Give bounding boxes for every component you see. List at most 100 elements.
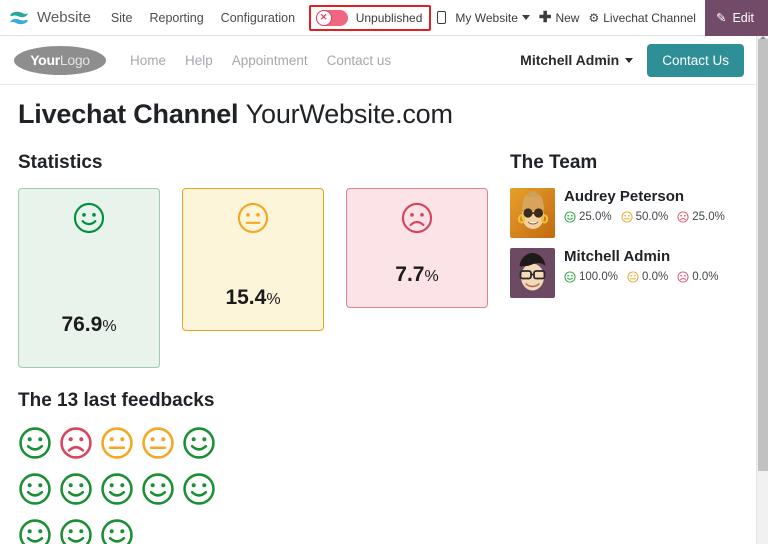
feedback-grid xyxy=(18,426,498,544)
user-menu[interactable]: Mitchell Admin xyxy=(520,52,634,68)
website-globe-icon[interactable] xyxy=(6,5,32,31)
stat-value-okay: 15.4% xyxy=(225,286,280,310)
menu-item-reporting[interactable]: Reporting xyxy=(149,11,203,25)
smiley-neutral-icon xyxy=(236,201,270,240)
feedback-item xyxy=(100,472,141,511)
smiley-happy-icon xyxy=(564,271,576,283)
team-member-stats: 100.0% 0.0% 0.0% xyxy=(564,271,718,283)
smiley-neutral-icon xyxy=(142,427,174,459)
stat-number-okay: 15.4 xyxy=(225,286,267,309)
livechat-channel-label: Livechat Channel xyxy=(603,10,696,25)
stat-suffix-okay: % xyxy=(266,291,281,308)
team-heading: The Team xyxy=(510,152,598,173)
smiley-happy-icon xyxy=(183,427,215,459)
nav-item-home[interactable]: Home xyxy=(130,53,166,68)
pencil-icon: ✎ xyxy=(715,11,727,25)
edit-button[interactable]: ✎ Edit xyxy=(704,0,768,36)
browser-viewport: Website Site Reporting Configuration ✕ U… xyxy=(0,0,768,544)
team-stat-sad-value: 25.0% xyxy=(692,210,725,223)
page-title: Livechat Channel YourWebsite.com xyxy=(18,99,756,130)
plus-icon: ✚ xyxy=(538,9,552,26)
feedback-item xyxy=(18,472,59,511)
avatar-mitchell-admin xyxy=(510,248,555,298)
feedback-item xyxy=(18,426,59,465)
stat-value-great: 76.9% xyxy=(61,313,116,337)
stat-suffix-great: % xyxy=(102,318,117,335)
statistics-heading: Statistics xyxy=(18,152,103,173)
smiley-happy-icon xyxy=(60,473,92,505)
site-header-right: Mitchell Admin Contact Us xyxy=(520,43,744,77)
smiley-happy-icon xyxy=(101,519,133,544)
smiley-happy-icon xyxy=(72,201,106,240)
smiley-happy-icon xyxy=(142,473,174,505)
team-stat-sad: 0.0% xyxy=(677,271,718,283)
new-button[interactable]: ✚ New xyxy=(539,10,580,25)
systray-menu: Site Reporting Configuration xyxy=(111,11,295,25)
stat-number-bad: 7.7 xyxy=(395,263,425,286)
right-column: The Team Audrey Peterson 25.0% 50.0% 25.… xyxy=(498,152,755,544)
smiley-happy-icon xyxy=(183,473,215,505)
publish-state-label: Unpublished xyxy=(355,10,423,25)
stat-number-great: 76.9 xyxy=(61,313,103,336)
nav-item-appointment[interactable]: Appointment xyxy=(232,53,308,68)
team-stat-sad: 25.0% xyxy=(677,211,725,223)
feedback-item xyxy=(141,472,182,511)
team-stat-happy-value: 25.0% xyxy=(579,210,612,223)
team-member-name: Mitchell Admin xyxy=(564,248,671,265)
vertical-scrollbar[interactable] xyxy=(756,36,768,544)
feedback-heading: The 13 last feedbacks xyxy=(18,390,215,411)
smiley-neutral-icon xyxy=(101,427,133,459)
feedback-item xyxy=(59,426,100,465)
feedback-item xyxy=(100,426,141,465)
new-label: New xyxy=(555,10,580,25)
team-member-name: Audrey Peterson xyxy=(564,188,685,205)
statistics-cards: 76.9% 15.4% 7.7% xyxy=(18,188,498,368)
my-website-dropdown[interactable]: My Website xyxy=(455,10,530,25)
team-member-row: Audrey Peterson 25.0% 50.0% 25.0% xyxy=(510,188,755,238)
team-stat-sad-value: 0.0% xyxy=(692,270,719,283)
user-name-label: Mitchell Admin xyxy=(520,52,620,68)
livechat-channel-button[interactable]: ⚙ Livechat Channel xyxy=(588,11,696,25)
smiley-neutral-icon xyxy=(621,211,633,223)
team-stat-happy: 100.0% xyxy=(564,271,618,283)
stat-suffix-bad: % xyxy=(424,268,439,285)
feedback-item xyxy=(100,518,141,544)
team-stat-happy-value: 100.0% xyxy=(579,270,619,283)
smiley-sad-icon xyxy=(677,211,689,223)
systray-right-group: ✕ Unpublished My Website ✚ New ⚙ Livecha… xyxy=(308,0,768,36)
gear-icon: ⚙ xyxy=(588,10,600,25)
smiley-sad-icon xyxy=(60,427,92,459)
site-logo-light: Logo xyxy=(59,52,90,68)
menu-item-site[interactable]: Site xyxy=(111,11,133,25)
app-name-label: Website xyxy=(37,9,91,26)
nav-item-help[interactable]: Help xyxy=(185,53,213,68)
scrollbar-thumb[interactable] xyxy=(758,39,768,471)
odoo-systray-bar: Website Site Reporting Configuration ✕ U… xyxy=(0,0,768,36)
team-stat-neutral: 50.0% xyxy=(621,211,668,223)
mobile-preview-button[interactable] xyxy=(437,11,447,24)
contact-us-button[interactable]: Contact Us xyxy=(647,43,744,77)
team-member-info: Audrey Peterson 25.0% 50.0% 25.0% xyxy=(564,188,725,223)
circle-x-icon: ✕ xyxy=(315,9,332,26)
nav-item-contact-us[interactable]: Contact us xyxy=(327,53,392,68)
stat-value-bad: 7.7% xyxy=(395,263,438,287)
smiley-happy-icon xyxy=(19,519,51,544)
feedback-item xyxy=(59,518,100,544)
feedback-item xyxy=(59,472,100,511)
smiley-sad-icon xyxy=(400,201,434,240)
edit-label: Edit xyxy=(732,10,754,25)
stat-card-great: 76.9% xyxy=(18,188,160,368)
feedback-block: The 13 last feedbacks xyxy=(18,390,498,544)
feedback-item xyxy=(182,472,223,511)
team-stat-neutral-value: 0.0% xyxy=(642,270,669,283)
site-logo-bold: Your xyxy=(30,52,60,68)
smiley-neutral-icon xyxy=(627,271,639,283)
my-website-label: My Website xyxy=(455,10,518,25)
feedback-item xyxy=(18,518,59,544)
site-nav: Home Help Appointment Contact us xyxy=(130,53,391,68)
smiley-happy-icon xyxy=(19,473,51,505)
mobile-icon xyxy=(437,11,447,24)
site-logo[interactable]: Your Logo xyxy=(14,45,106,75)
publish-toggle[interactable]: ✕ xyxy=(315,9,348,26)
menu-item-configuration[interactable]: Configuration xyxy=(221,11,295,25)
